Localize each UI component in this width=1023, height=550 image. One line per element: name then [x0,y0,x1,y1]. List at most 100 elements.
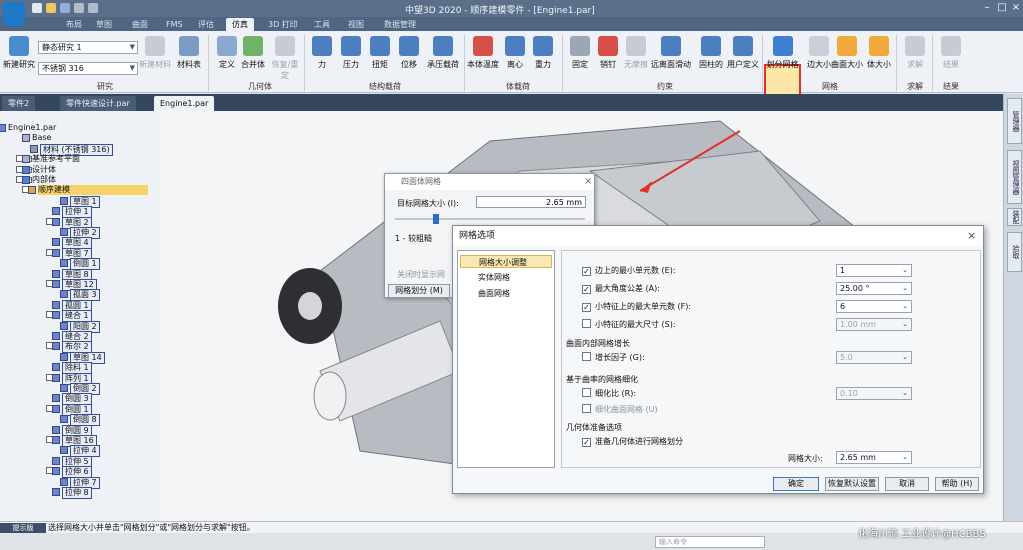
tree-node[interactable]: 草图 14 [0,351,160,364]
small-size-select[interactable]: 1.00 mm ⌄ [836,318,912,331]
new-study-button[interactable]: 新建研究 [2,34,36,78]
study-select[interactable]: 静态研究 1 ▼ [38,41,138,54]
close-icon[interactable]: × [584,176,592,187]
tab-view[interactable]: 视图 [342,18,370,31]
restore-defaults-button[interactable]: 恢复默认设置 [825,477,879,491]
open-icon[interactable] [46,3,56,13]
curv-surface-row[interactable]: 细化曲面网格 (U) [582,404,658,416]
new-material-button[interactable]: 新建材料 [138,34,172,78]
tab-tools[interactable]: 工具 [308,18,336,31]
nav-solid-mesh[interactable]: 实体网格 [460,271,552,284]
gravity-button[interactable]: 重力 [526,34,560,78]
app-logo-icon[interactable] [3,2,25,26]
pick-tab[interactable]: 拾取 [1007,232,1022,272]
target-size-input[interactable] [476,196,586,208]
displacement-button[interactable]: 位移 [392,34,426,78]
prepare-row[interactable]: ✓ 准备几何体进行网格划分 [582,436,683,448]
user-defined-button[interactable]: 用户定义 [724,34,762,78]
close-show-option[interactable]: 关闭时显示网 [397,269,445,280]
tab-evaluate[interactable]: 评估 [192,18,220,31]
cancel-button[interactable]: 取消 [885,477,929,491]
tree-node[interactable]: 阵列 1 [0,372,160,385]
tree-node[interactable]: 除料 1 [0,362,160,375]
doc-tab-engine1[interactable]: Engine1.par [154,96,215,111]
checkbox-checked[interactable]: ✓ [582,285,591,294]
tree-node[interactable]: +内部体 [0,175,160,185]
tree-node[interactable]: 拉伸 8 [0,487,160,499]
tree-node[interactable]: Engine1.par [0,123,160,133]
tab-data-management[interactable]: 数据管理 [378,18,422,31]
tree-node[interactable]: 拉伸 6 [0,466,160,479]
tab-sketch[interactable]: 草图 [90,18,118,31]
max-small-select[interactable]: 6 ⌄ [836,300,912,313]
checkbox-checked[interactable]: ✓ [582,303,591,312]
command-input[interactable]: 输入命令 [655,536,765,548]
tree-node[interactable]: 孤圆 1 [0,299,160,312]
tree-node[interactable]: 草图 2 [0,216,160,229]
tree-node[interactable]: +设计体 [0,165,160,175]
view-manager-tab[interactable]: 视图管理器 [1007,150,1022,204]
mesh-size-select[interactable]: 2.65 mm ⌄ [836,451,912,464]
minimize-icon[interactable]: – [980,2,994,14]
nav-mesh-size[interactable]: 网格大小调整 [460,255,552,268]
bearing-load-button[interactable]: 承压载荷 [424,34,462,78]
save-icon[interactable] [60,3,70,13]
min-elements-select[interactable]: 1 ⌄ [836,264,912,277]
tree-node[interactable]: 缝合 1 [0,310,160,323]
tree-node[interactable]: 倒圆 8 [0,414,160,427]
tree-node[interactable]: 拉伸 2 [0,227,160,239]
help-button[interactable]: 帮助 (H) [935,477,979,491]
body-size-button[interactable]: 体大小 [862,34,896,78]
tree-node[interactable]: 倒圆 1 [0,403,160,416]
tree-node[interactable]: 倒圆 9 [0,424,160,437]
checkbox-unchecked[interactable] [582,388,591,397]
tree-node[interactable]: 倒圆 2 [0,383,160,395]
material-table-button[interactable]: 材料表 [172,34,206,78]
tree-node[interactable]: 材料 (不锈钢 316) [0,143,160,156]
assembly-tab[interactable]: 装配 [1007,208,1022,226]
tree-node[interactable]: 草图 7 [0,247,160,260]
undo-icon[interactable] [74,3,84,13]
nav-surface-mesh[interactable]: 曲面网格 [460,287,552,300]
tree-node[interactable]: +顺序建模 [0,185,160,196]
doc-tab-quick-design[interactable]: 零件快速设计.par [60,96,136,111]
size-slider-thumb[interactable] [433,214,439,224]
checkbox-unchecked[interactable] [582,404,591,413]
checkbox-unchecked[interactable] [582,319,591,328]
ok-button[interactable]: 确定 [773,477,819,491]
tree-node[interactable]: 拉伸 7 [0,476,160,489]
max-angle-row[interactable]: ✓ 最大角度公差 (A): [582,283,660,295]
tree-node[interactable]: 缝合 2 [0,331,160,343]
result-button[interactable]: 结果 [934,34,968,78]
tree-node[interactable]: 孤面 3 [0,289,160,302]
close-icon[interactable]: × [967,229,976,242]
manager-tab[interactable]: 管理器 [1007,98,1022,144]
slide-button[interactable]: 远离面滑动 [650,34,692,78]
max-small-row[interactable]: ✓ 小特征上的最大单元数 (F): [582,301,691,313]
mesh-divide-button[interactable]: 网格划分 (M) [388,284,450,298]
merge-body-button[interactable]: 合并体 [236,34,270,78]
new-icon[interactable] [32,3,42,13]
growth-row[interactable]: 增长因子 (G): [582,352,645,364]
tree-node[interactable]: 草图 1 [0,195,160,208]
tab-simulation[interactable]: 仿真 [226,18,254,31]
tree-node[interactable]: 布尔 2 [0,341,160,354]
growth-select[interactable]: 5.0 ⌄ [836,351,912,364]
body-temp-button[interactable]: 本体温度 [466,34,500,78]
tree-node[interactable]: 倒圆 1 [0,258,160,271]
checkbox-checked[interactable]: ✓ [582,438,591,447]
doc-tab-part2[interactable]: 零件2 [2,96,36,111]
tree-node[interactable]: 草图 16 [0,435,160,447]
tree-node[interactable]: 拉伸 5 [0,455,160,468]
tree-node[interactable]: 拉伸 1 [0,206,160,219]
checkbox-unchecked[interactable] [582,352,591,361]
solve-button[interactable]: 求解 [898,34,932,78]
tree-node[interactable]: 草图 8 [0,268,160,281]
close-icon[interactable]: × [1009,2,1023,14]
frictionless-button[interactable]: 无摩擦 [619,34,653,78]
tree-node[interactable]: +基准参考平面 [0,154,160,164]
tree-node[interactable]: 草图 12 [0,279,160,291]
min-elements-row[interactable]: ✓ 边上的最小单元数 (E): [582,265,676,277]
material-select[interactable]: 不锈钢 316 ▼ [38,62,138,75]
small-size-row[interactable]: 小特征的最大尺寸 (S): [582,319,676,331]
